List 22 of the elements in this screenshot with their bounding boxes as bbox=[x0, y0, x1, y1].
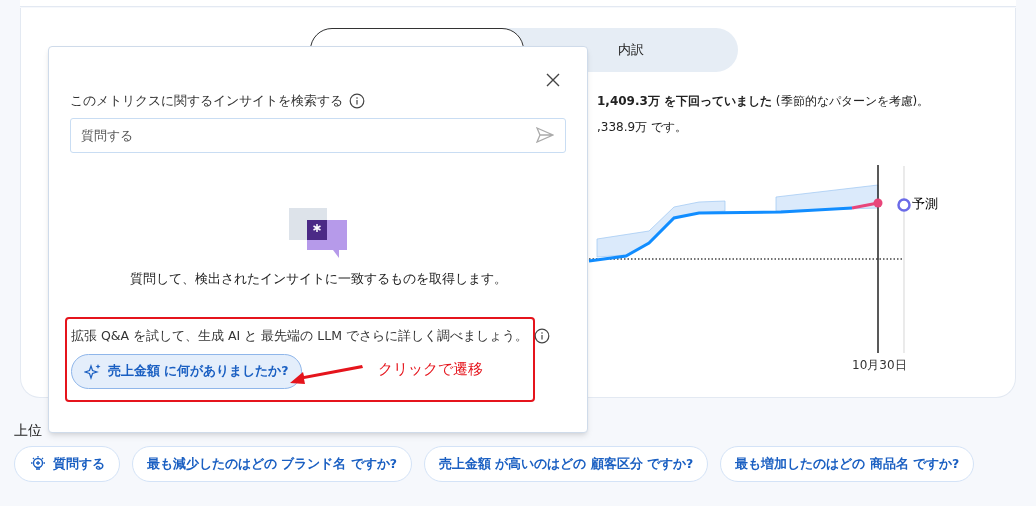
empty-message: 質問して、検出されたインサイトに一致するものを取得します。 bbox=[128, 269, 508, 288]
annotation-text: クリックで遷移 bbox=[378, 359, 483, 380]
search-field[interactable]: 質問する bbox=[70, 117, 566, 153]
info-icon bbox=[349, 93, 365, 110]
suggestion-chip[interactable]: 売上金額 が高いのはどの 顧客区分 ですか? bbox=[423, 446, 709, 482]
section-label: 上位 bbox=[14, 422, 42, 438]
data-point bbox=[873, 198, 883, 208]
info-icon bbox=[533, 327, 550, 344]
summary-text: ,338.9万 です。 bbox=[597, 119, 688, 136]
suggestion-chip[interactable]: 最も減少したのはどの ブランド名 ですか? bbox=[132, 446, 412, 482]
search-label: このメトリクスに関するインサイトを検索する bbox=[70, 92, 343, 110]
close-button[interactable] bbox=[544, 71, 562, 89]
chat-bubbles-icon bbox=[289, 207, 347, 258]
suggestion-button[interactable]: 売上金額 に何がありましたか? bbox=[71, 354, 302, 390]
ask-button[interactable]: 質問する bbox=[14, 446, 120, 482]
promo-text: 拡張 Q&A を試して、生成 AI と 最先端の LLM でさらに詳しく調べましょう。 bbox=[71, 326, 528, 345]
date-label: 10月30日 bbox=[852, 357, 907, 374]
sparkle-icon bbox=[84, 362, 102, 381]
forecast-point bbox=[897, 198, 911, 212]
suggestion-chip[interactable]: 最も増加したのはどの 商品名 ですか? bbox=[720, 446, 975, 482]
lightbulb-icon bbox=[29, 455, 47, 473]
summary-text: 1,409.3万 を下回っていました (季節的なパターンを考慮)。 bbox=[597, 93, 931, 110]
